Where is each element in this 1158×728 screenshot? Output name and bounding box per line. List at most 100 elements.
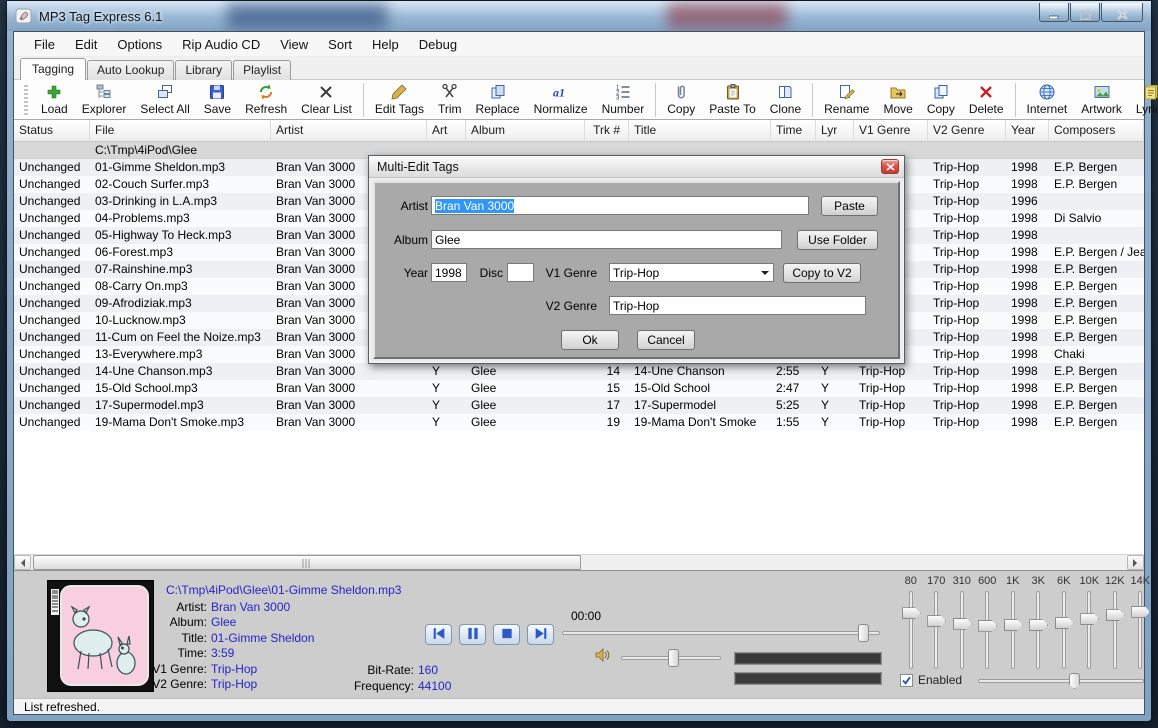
toolbar-rename-button[interactable]: Rename [817, 81, 876, 119]
next-button[interactable] [527, 624, 554, 645]
column-header-status[interactable]: Status [14, 120, 90, 142]
use-folder-button[interactable]: Use Folder [797, 230, 878, 250]
column-header-title[interactable]: Title [629, 120, 771, 142]
eq-enabled-checkbox[interactable] [900, 674, 913, 687]
column-header-file[interactable]: File [90, 120, 271, 142]
scrollbar-thumb[interactable] [33, 555, 581, 570]
track-row[interactable]: Unchanged17-Supermodel.mp3Bran Van 3000Y… [14, 397, 1144, 414]
eq-band-slider[interactable] [1011, 591, 1015, 669]
eq-band-slider[interactable] [1087, 591, 1091, 669]
stop-button[interactable] [493, 624, 520, 645]
column-header-album[interactable]: Album [466, 120, 585, 142]
column-header-composers[interactable]: Composers [1049, 120, 1144, 142]
toolbar-copy-button[interactable]: Copy [920, 81, 962, 119]
horizontal-scrollbar[interactable] [14, 554, 1144, 570]
album-artwork[interactable] [47, 580, 154, 692]
menu-item-help[interactable]: Help [362, 34, 409, 55]
eq-band-slider[interactable] [1138, 591, 1142, 669]
cancel-button[interactable]: Cancel [637, 330, 695, 350]
volume-slider[interactable] [621, 656, 721, 660]
toolbar-delete-button[interactable]: Delete [962, 81, 1011, 119]
copy-to-v2-button[interactable]: Copy to V2 [783, 263, 861, 283]
column-header-artist[interactable]: Artist [271, 120, 427, 142]
eq-band-slider[interactable] [1062, 591, 1066, 669]
toolbar-load-button[interactable]: Load [34, 81, 75, 119]
toolbar-paste-to-button[interactable]: Paste To [702, 81, 762, 119]
maximize-button[interactable] [1070, 3, 1100, 22]
eq-band-slider[interactable] [960, 591, 964, 669]
ok-button[interactable]: Ok [561, 330, 619, 350]
dialog-close-button[interactable] [881, 159, 899, 174]
tab-tagging[interactable]: Tagging [20, 58, 86, 80]
toolbar-select-all-button[interactable]: Select All [133, 81, 196, 119]
track-row[interactable]: Unchanged15-Old School.mp3Bran Van 3000Y… [14, 380, 1144, 397]
column-header-v2-genre[interactable]: V2 Genre [928, 120, 1006, 142]
v1-genre-dropdown[interactable]: Trip-Hop [609, 263, 774, 282]
pause-button[interactable] [459, 624, 486, 645]
eq-band-thumb[interactable] [1131, 606, 1150, 618]
album-field[interactable]: Glee [431, 230, 782, 249]
eq-band-thumb[interactable] [1055, 617, 1074, 629]
column-header-lyr[interactable]: Lyr [816, 120, 854, 142]
toolbar-save-button[interactable]: Save [197, 81, 238, 119]
eq-band-thumb[interactable] [1004, 619, 1023, 631]
column-header-time[interactable]: Time [771, 120, 816, 142]
eq-band-thumb[interactable] [978, 620, 997, 632]
scroll-left-arrow[interactable] [14, 555, 31, 570]
eq-band-thumb[interactable] [1080, 613, 1099, 625]
toolbar-internet-button[interactable]: Internet [1020, 81, 1075, 119]
tab-library[interactable]: Library [175, 60, 232, 80]
dialog-title-bar[interactable]: Multi-Edit Tags [369, 156, 904, 178]
scroll-right-arrow[interactable] [1127, 555, 1144, 570]
toolbar-lyrics-button[interactable]: Lyrics [1129, 81, 1158, 119]
toolbar-explorer-button[interactable]: Explorer [75, 81, 134, 119]
menu-item-edit[interactable]: Edit [65, 34, 107, 55]
artist-field[interactable]: Bran Van 3000 [431, 196, 809, 215]
eq-balance-thumb[interactable] [1069, 673, 1080, 689]
menu-item-view[interactable]: View [270, 34, 318, 55]
toolbar-trim-button[interactable]: Trim [431, 81, 469, 119]
eq-band-slider[interactable] [985, 591, 989, 669]
column-header-v1-genre[interactable]: V1 Genre [854, 120, 928, 142]
toolbar-artwork-button[interactable]: Artwork [1074, 81, 1129, 119]
track-row[interactable]: Unchanged14-Une Chanson.mp3Bran Van 3000… [14, 363, 1144, 380]
menu-item-options[interactable]: Options [107, 34, 172, 55]
seek-thumb[interactable] [858, 624, 869, 642]
close-button[interactable] [1101, 3, 1143, 22]
disc-field[interactable] [507, 263, 534, 282]
column-header-year[interactable]: Year [1006, 120, 1049, 142]
eq-band-slider[interactable] [934, 591, 938, 669]
toolbar-clone-button[interactable]: Clone [763, 81, 808, 119]
eq-band-thumb[interactable] [902, 607, 921, 619]
toolbar-refresh-button[interactable]: Refresh [238, 81, 294, 119]
v2-genre-field[interactable]: Trip-Hop [609, 296, 866, 315]
eq-band-thumb[interactable] [1029, 619, 1048, 631]
eq-band-thumb[interactable] [953, 618, 972, 630]
year-field[interactable]: 1998 [431, 263, 467, 282]
tab-playlist[interactable]: Playlist [233, 60, 291, 80]
volume-thumb[interactable] [668, 649, 679, 667]
toolbar-replace-button[interactable]: Replace [469, 81, 527, 119]
eq-band-slider[interactable] [1113, 591, 1117, 669]
eq-band-thumb[interactable] [927, 615, 946, 627]
toolbar-edit-tags-button[interactable]: Edit Tags [368, 81, 431, 119]
title-bar[interactable]: MP3 Tag Express 6.1 [7, 1, 1151, 31]
menu-item-sort[interactable]: Sort [318, 34, 362, 55]
column-header-trk[interactable]: Trk # [585, 120, 629, 142]
menu-item-debug[interactable]: Debug [409, 34, 467, 55]
column-header-art[interactable]: Art [427, 120, 466, 142]
toolbar-move-button[interactable]: Move [876, 81, 919, 119]
toolbar-copy-button[interactable]: Copy [660, 81, 702, 119]
tab-auto-lookup[interactable]: Auto Lookup [87, 60, 174, 80]
minimize-button[interactable] [1039, 3, 1069, 22]
menu-item-file[interactable]: File [24, 34, 65, 55]
toolbar-normalize-button[interactable]: a1Normalize [527, 81, 595, 119]
toolbar-clear-list-button[interactable]: Clear List [294, 81, 359, 119]
menu-item-rip-audio-cd[interactable]: Rip Audio CD [172, 34, 270, 55]
toolbar-number-button[interactable]: 123Number [595, 81, 652, 119]
previous-button[interactable] [425, 624, 452, 645]
track-row[interactable]: Unchanged19-Mama Don't Smoke.mp3Bran Van… [14, 414, 1144, 431]
seek-slider[interactable] [562, 631, 880, 635]
eq-band-slider[interactable] [909, 591, 913, 669]
eq-balance-slider[interactable] [978, 679, 1144, 683]
